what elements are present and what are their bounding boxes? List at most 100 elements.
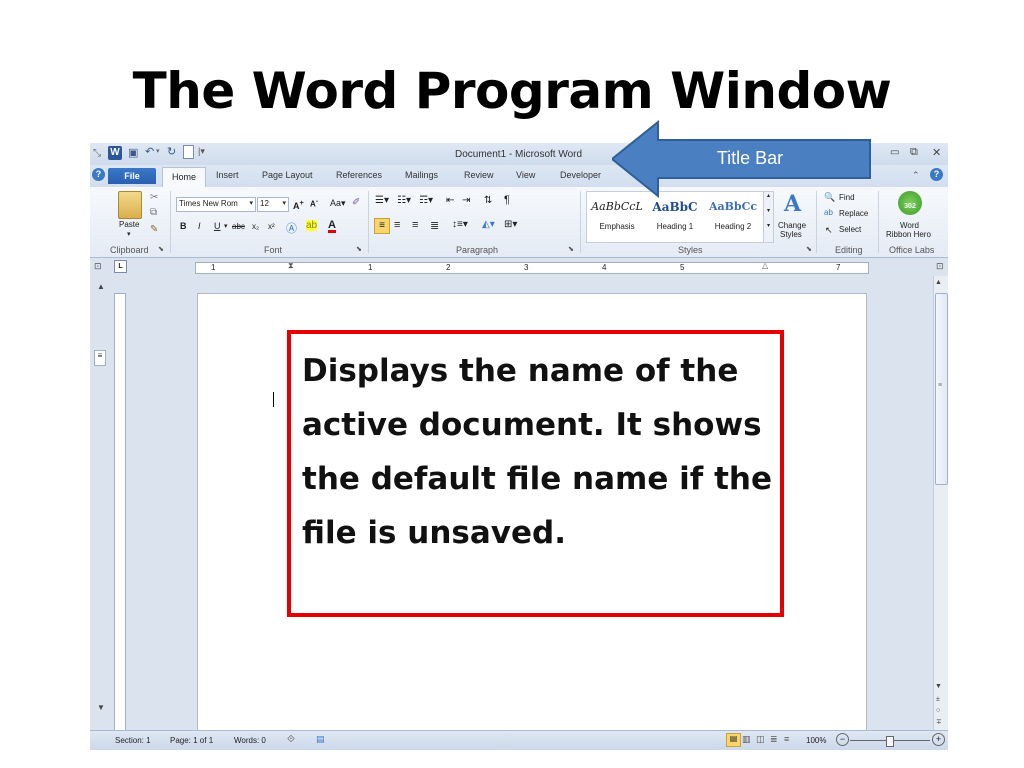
select-browse-object-icon[interactable]: ○: [936, 707, 940, 714]
previous-page-icon[interactable]: ±: [936, 696, 940, 703]
tab-home[interactable]: Home: [162, 167, 206, 187]
undo-dropdown-icon[interactable]: ▾: [156, 147, 160, 155]
superscript-icon[interactable]: x²: [268, 222, 275, 231]
zoom-level[interactable]: 100%: [806, 736, 826, 745]
font-size-combo[interactable]: 12 ▾: [257, 197, 289, 212]
tab-selector-icon[interactable]: L: [114, 260, 127, 273]
zoom-out-icon[interactable]: −: [836, 733, 849, 746]
next-page-icon[interactable]: ∓: [936, 718, 942, 726]
status-words[interactable]: Words: 0: [234, 736, 266, 745]
bullets-icon[interactable]: ☰▾: [375, 195, 389, 206]
clear-formatting-icon[interactable]: ✐: [352, 197, 360, 208]
tab-references[interactable]: References: [336, 170, 382, 180]
restore-icon[interactable]: ⤡: [93, 148, 101, 159]
more-icon[interactable]: ▾: [764, 222, 773, 229]
scroll-thumb[interactable]: ≡: [935, 293, 948, 485]
subscript-icon[interactable]: x₂: [252, 222, 259, 231]
ribbon-hero-button[interactable]: Word: [900, 221, 919, 230]
scroll-down-icon[interactable]: ▼: [935, 683, 942, 690]
style-emphasis[interactable]: AaBbCcL Emphasis: [589, 194, 645, 238]
minimize-icon[interactable]: ▭: [890, 147, 899, 158]
minimize-ribbon-icon[interactable]: ⌃: [912, 170, 920, 181]
scroll-up-icon[interactable]: ▲: [935, 279, 942, 286]
change-styles-button-line2[interactable]: Styles: [780, 230, 802, 239]
paragraph-launcher-icon[interactable]: ⬊: [568, 245, 574, 253]
copy-icon[interactable]: ⧉: [150, 207, 157, 218]
font-name-combo[interactable]: Times New Rom ▾: [176, 197, 256, 212]
word-logo-icon[interactable]: W: [108, 146, 122, 160]
indent-marker-icon[interactable]: ⧗: [288, 261, 294, 271]
underline-dropdown-icon[interactable]: ▾: [224, 222, 228, 230]
replace-button[interactable]: Replace: [839, 209, 868, 218]
styles-launcher-icon[interactable]: ⬊: [806, 245, 812, 253]
tab-developer[interactable]: Developer: [560, 170, 601, 180]
draft-icon[interactable]: ≡: [784, 734, 789, 744]
vertical-ruler[interactable]: [114, 293, 126, 735]
tab-review[interactable]: Review: [464, 170, 494, 180]
save-icon[interactable]: ▣: [128, 146, 138, 159]
tab-insert[interactable]: Insert: [216, 170, 239, 180]
cut-icon[interactable]: ✂: [150, 192, 158, 203]
zoom-in-icon[interactable]: +: [932, 733, 945, 746]
change-styles-button[interactable]: Change: [778, 221, 806, 230]
style-heading-2[interactable]: AaBbCc Heading 2: [705, 194, 761, 238]
tab-view[interactable]: View: [516, 170, 535, 180]
right-indent-icon[interactable]: △: [762, 261, 768, 270]
numbering-icon[interactable]: ☷▾: [397, 195, 411, 206]
zoom-slider-thumb[interactable]: [886, 736, 894, 747]
decrease-indent-icon[interactable]: ⇤: [446, 195, 454, 206]
paste-button[interactable]: Paste: [119, 220, 139, 229]
tab-page-layout[interactable]: Page Layout: [262, 170, 313, 180]
status-page[interactable]: Page: 1 of 1: [170, 736, 213, 745]
paste-icon[interactable]: [118, 191, 142, 219]
align-left-icon[interactable]: ≡: [374, 218, 390, 234]
shading-icon[interactable]: ◭▾: [482, 219, 495, 230]
styles-gallery[interactable]: AaBbCcL Emphasis AaBbC Heading 1 AaBbCc …: [586, 191, 764, 243]
scroll-up-icon[interactable]: ▲: [97, 282, 105, 291]
tab-mailings[interactable]: Mailings: [405, 170, 438, 180]
chevron-down-icon[interactable]: ▾: [282, 199, 286, 207]
show-formatting-icon[interactable]: ¶: [504, 194, 510, 206]
font-launcher-icon[interactable]: ⬊: [356, 245, 362, 253]
select-button[interactable]: Select: [839, 225, 861, 234]
scroll-down-icon[interactable]: ▼: [97, 703, 105, 712]
help-icon[interactable]: ?: [92, 168, 105, 181]
line-spacing-icon[interactable]: ↕≡▾: [452, 219, 468, 230]
vertical-scrollbar[interactable]: ▲ ≡ ▼ ± ○ ∓: [933, 276, 948, 731]
select-icon[interactable]: ↖: [825, 225, 833, 236]
sort-icon[interactable]: ⇅: [484, 195, 492, 206]
strikethrough-icon[interactable]: abc: [232, 222, 245, 231]
align-right-icon[interactable]: ≡: [412, 219, 418, 231]
undo-icon[interactable]: ↶: [145, 145, 154, 158]
styles-scroll[interactable]: ▴ ▾ ▾: [763, 191, 774, 243]
ribbon-hero-icon[interactable]: 302: [898, 191, 922, 215]
bold-icon[interactable]: B: [180, 221, 187, 231]
horizontal-ruler[interactable]: 1 ⧗ 1 2 3 4 5 △ 7: [195, 261, 869, 274]
grow-font-icon[interactable]: A+: [293, 198, 304, 211]
italic-icon[interactable]: I: [198, 221, 201, 231]
print-layout-icon[interactable]: ▤: [726, 733, 741, 747]
full-screen-reading-icon[interactable]: ▥: [742, 734, 751, 745]
view-ruler-icon[interactable]: ⊡: [936, 261, 944, 272]
customize-toolbar-icon[interactable]: |▾: [198, 146, 205, 157]
multilevel-list-icon[interactable]: ☶▾: [419, 195, 433, 206]
change-case-icon[interactable]: Aa▾: [330, 198, 346, 209]
proofing-icon[interactable]: ⟐: [287, 734, 295, 745]
outline-icon[interactable]: ≣: [770, 734, 778, 745]
status-section[interactable]: Section: 1: [115, 736, 151, 745]
clipboard-launcher-icon[interactable]: ⬊: [158, 245, 164, 253]
ribbon-hero-button-line2[interactable]: Ribbon Hero: [886, 230, 931, 239]
replace-icon[interactable]: ab: [824, 208, 833, 217]
shrink-font-icon[interactable]: A-: [310, 198, 318, 209]
font-color-icon[interactable]: A: [328, 220, 336, 233]
web-layout-icon[interactable]: ◫: [756, 734, 765, 745]
close-icon[interactable]: ✕: [932, 146, 941, 159]
redo-icon[interactable]: ↻: [167, 145, 176, 158]
maximize-icon[interactable]: ⧉: [910, 146, 918, 159]
new-document-icon[interactable]: [183, 145, 194, 159]
paste-dropdown-icon[interactable]: ▾: [127, 230, 131, 238]
view-ruler-icon[interactable]: ⊡: [94, 261, 102, 272]
draft-view-icon[interactable]: ≡: [94, 350, 106, 366]
align-center-icon[interactable]: ≡: [394, 219, 400, 231]
chevron-down-icon[interactable]: ▾: [249, 199, 253, 207]
